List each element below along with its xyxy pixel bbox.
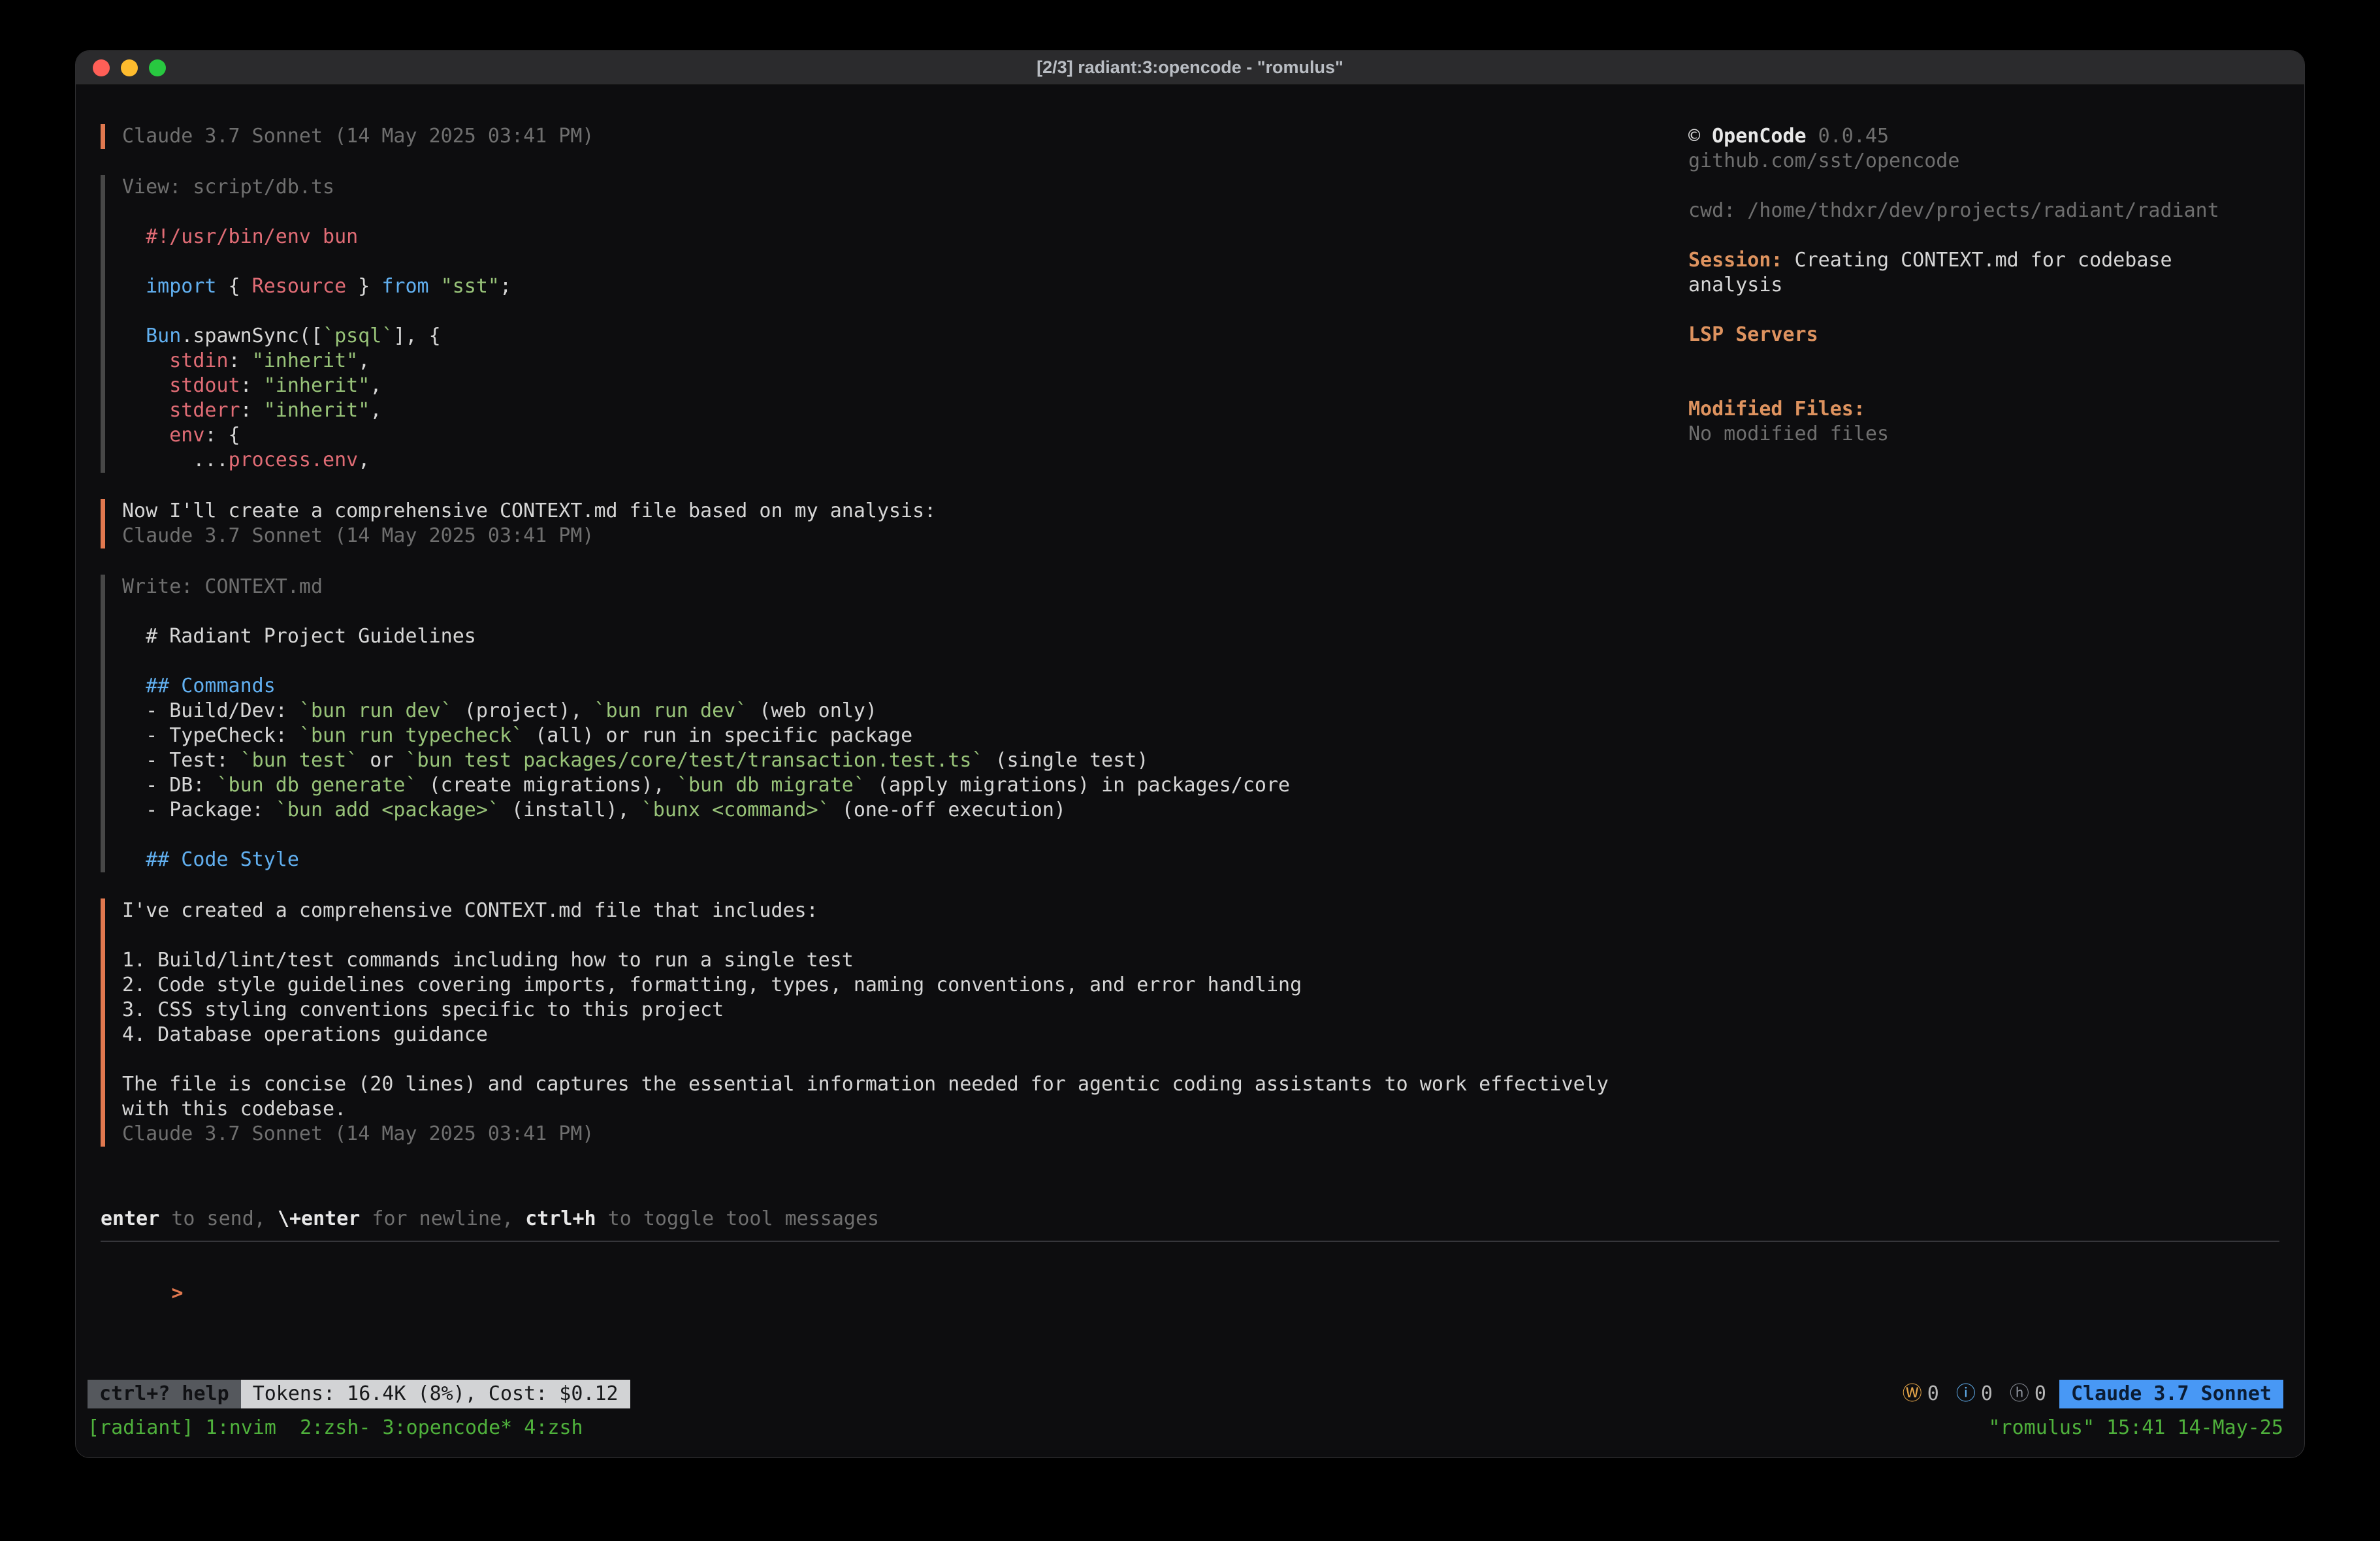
terminal-line: Modified Files: bbox=[1688, 397, 2279, 422]
terminal-line: - DB: `bun db generate` (create migratio… bbox=[122, 773, 1688, 798]
terminal-line: Write: CONTEXT.md bbox=[122, 575, 1688, 599]
main-row: Claude 3.7 Sonnet (14 May 2025 03:41 PM)… bbox=[101, 124, 2279, 1173]
terminal-line: 4. Database operations guidance bbox=[122, 1023, 1688, 1047]
terminal-line bbox=[122, 649, 1688, 674]
terminal-line bbox=[122, 823, 1688, 848]
window-title: [2/3] radiant:3:opencode - "romulus" bbox=[76, 57, 2304, 78]
terminal-line: # Radiant Project Guidelines bbox=[122, 624, 1688, 649]
tmux-status-bar: [radiant] 1:nvim 2:zsh- 3:opencode* 4:zs… bbox=[88, 1416, 2283, 1440]
terminal-line: stderr: "inherit", bbox=[122, 398, 1688, 423]
chat-column: Claude 3.7 Sonnet (14 May 2025 03:41 PM)… bbox=[101, 124, 1688, 1173]
prompt-symbol: > bbox=[171, 1282, 183, 1305]
terminal-line: - Test: `bun test` or `bun test packages… bbox=[122, 748, 1688, 773]
assistant-summary-block: I've created a comprehensive CONTEXT.md … bbox=[101, 898, 1688, 1147]
terminal-content: Claude 3.7 Sonnet (14 May 2025 03:41 PM)… bbox=[76, 85, 2304, 1458]
terminal-line bbox=[122, 599, 1688, 624]
info-count-icon: ⓘ bbox=[1956, 1382, 1976, 1406]
hint-count: ⓗ0 bbox=[2010, 1382, 2046, 1406]
sidebar-panel: © OpenCode 0.0.45github.com/sst/opencode… bbox=[1688, 124, 2279, 447]
terminal-line: github.com/sst/opencode bbox=[1688, 149, 2279, 174]
terminal-line: © OpenCode 0.0.45 bbox=[1688, 124, 2279, 149]
terminal-line bbox=[122, 299, 1688, 324]
terminal-line: 1. Build/lint/test commands including ho… bbox=[122, 948, 1688, 973]
terminal-line: stdin: "inherit", bbox=[122, 349, 1688, 373]
terminal-line: - Package: `bun add <package>` (install)… bbox=[122, 798, 1688, 823]
close-button[interactable] bbox=[93, 59, 110, 76]
traffic-lights bbox=[76, 59, 166, 76]
warning-count: Ⓦ0 bbox=[1903, 1382, 1939, 1406]
terminal-line: ...process.env, bbox=[122, 448, 1688, 473]
terminal-line: Claude 3.7 Sonnet (14 May 2025 03:41 PM) bbox=[122, 524, 1688, 548]
terminal-line bbox=[1688, 347, 2279, 372]
terminal-line: with this codebase. bbox=[122, 1097, 1688, 1122]
model-chip[interactable]: Claude 3.7 Sonnet bbox=[2059, 1380, 2283, 1408]
terminal-line: Now I'll create a comprehensive CONTEXT.… bbox=[122, 499, 1688, 524]
window-titlebar: [2/3] radiant:3:opencode - "romulus" bbox=[76, 51, 2304, 85]
terminal-line bbox=[122, 1047, 1688, 1072]
status-bar: ctrl+? help Tokens: 16.4K (8%), Cost: $0… bbox=[88, 1379, 2283, 1409]
terminal-line bbox=[122, 249, 1688, 274]
help-chip[interactable]: ctrl+? help bbox=[88, 1380, 241, 1408]
input-help-text: enter to send, \+enter for newline, ctrl… bbox=[101, 1207, 2279, 1231]
terminal-line bbox=[1688, 298, 2279, 323]
tool-write-block: Write: CONTEXT.md # Radiant Project Guid… bbox=[101, 575, 1688, 872]
terminal-line: stdout: "inherit", bbox=[122, 373, 1688, 398]
terminal-line: cwd: /home/thdxr/dev/projects/radiant/ra… bbox=[1688, 199, 2279, 223]
terminal-line: enter to send, \+enter for newline, ctrl… bbox=[101, 1207, 2279, 1231]
terminal-line: 3. CSS styling conventions specific to t… bbox=[122, 998, 1688, 1023]
terminal-line bbox=[122, 200, 1688, 225]
terminal-line bbox=[1688, 174, 2279, 199]
tmux-window-list[interactable]: [radiant] 1:nvim 2:zsh- 3:opencode* 4:zs… bbox=[88, 1416, 583, 1440]
terminal-line bbox=[1688, 372, 2279, 397]
terminal-line bbox=[122, 923, 1688, 948]
terminal-line bbox=[1688, 223, 2279, 248]
tool-view-block: View: script/db.ts #!/usr/bin/env bun im… bbox=[101, 175, 1688, 473]
input-divider bbox=[101, 1241, 2279, 1242]
tokens-cost-chip: Tokens: 16.4K (8%), Cost: $0.12 bbox=[241, 1380, 630, 1408]
terminal-line: Claude 3.7 Sonnet (14 May 2025 03:41 PM) bbox=[122, 1122, 1688, 1147]
assistant-message-block: Now I'll create a comprehensive CONTEXT.… bbox=[101, 499, 1688, 548]
terminal-line: ## Code Style bbox=[122, 848, 1688, 872]
terminal-window: [2/3] radiant:3:opencode - "romulus" Cla… bbox=[75, 50, 2305, 1458]
hint-count-icon: ⓗ bbox=[2010, 1382, 2029, 1406]
terminal-line: - Build/Dev: `bun run dev` (project), `b… bbox=[122, 699, 1688, 723]
terminal-line: - TypeCheck: `bun run typecheck` (all) o… bbox=[122, 723, 1688, 748]
terminal-line: No modified files bbox=[1688, 422, 2279, 447]
terminal-line: View: script/db.ts bbox=[122, 175, 1688, 200]
minimize-button[interactable] bbox=[121, 59, 138, 76]
terminal-line: env: { bbox=[122, 423, 1688, 448]
terminal-line: LSP Servers bbox=[1688, 323, 2279, 347]
message-header-block: Claude 3.7 Sonnet (14 May 2025 03:41 PM) bbox=[101, 124, 1688, 149]
terminal-line: I've created a comprehensive CONTEXT.md … bbox=[122, 898, 1688, 923]
warning-count-icon: Ⓦ bbox=[1903, 1382, 1922, 1406]
terminal-line: ## Commands bbox=[122, 674, 1688, 699]
terminal-line: Bun.spawnSync([`psql`], { bbox=[122, 324, 1688, 349]
terminal-line: import { Resource } from "sst"; bbox=[122, 274, 1688, 299]
lsp-diagnostics: Ⓦ0 ⓘ0 ⓗ0 bbox=[1886, 1382, 2046, 1406]
prompt-input[interactable]: > bbox=[101, 1256, 2279, 1331]
terminal-line: Session: Creating CONTEXT.md for codebas… bbox=[1688, 248, 2279, 273]
info-count: ⓘ0 bbox=[1956, 1382, 1993, 1406]
zoom-button[interactable] bbox=[149, 59, 166, 76]
empty-space bbox=[101, 1331, 2279, 1379]
terminal-line: analysis bbox=[1688, 273, 2279, 298]
tmux-session-info: "romulus" 15:41 14-May-25 bbox=[1988, 1416, 2283, 1440]
terminal-line: #!/usr/bin/env bun bbox=[122, 225, 1688, 249]
terminal-line: The file is concise (20 lines) and captu… bbox=[122, 1072, 1688, 1097]
terminal-line: 2. Code style guidelines covering import… bbox=[122, 973, 1688, 998]
message-timestamp: Claude 3.7 Sonnet (14 May 2025 03:41 PM) bbox=[122, 124, 1688, 149]
